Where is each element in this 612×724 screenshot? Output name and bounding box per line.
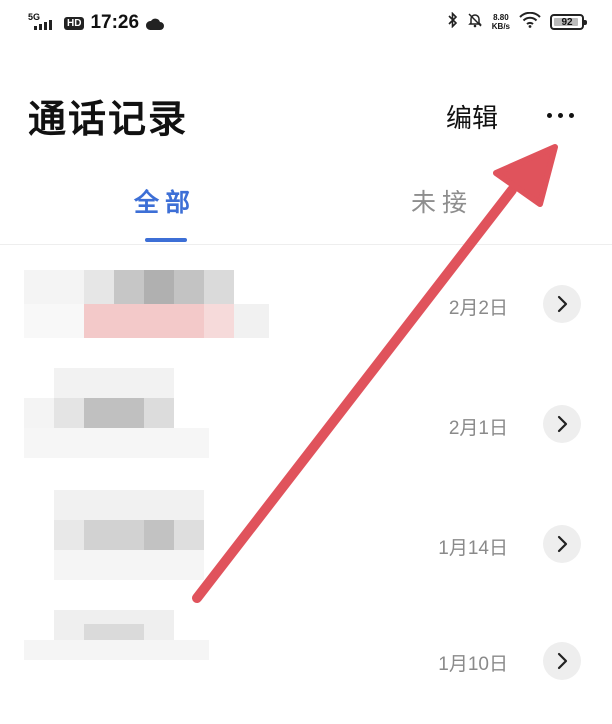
call-row[interactable]: 1月10日	[0, 604, 612, 724]
call-date: 1月14日	[438, 538, 508, 559]
status-left: 5G HD 17:26	[28, 12, 165, 34]
call-date: 2月2日	[448, 298, 508, 319]
tab-missed[interactable]: 未接	[411, 183, 473, 219]
call-row[interactable]: 2月2日	[0, 244, 612, 364]
battery-level: 92	[561, 16, 573, 28]
tab-active-indicator	[145, 238, 187, 242]
status-right: 8.80 KB/s 92	[448, 11, 587, 32]
call-date: 1月10日	[438, 654, 508, 675]
hd-badge: HD	[64, 16, 85, 30]
status-time: 17:26	[90, 12, 140, 33]
bluetooth-icon	[448, 11, 458, 32]
network-speed: 8.80 KB/s	[492, 13, 510, 31]
speed-unit: KB/s	[491, 22, 510, 31]
call-row[interactable]: 1月14日	[0, 484, 612, 604]
redacted-contact	[24, 270, 274, 340]
redacted-contact	[24, 490, 214, 586]
chevron-right-icon[interactable]	[543, 642, 581, 680]
battery-icon: 92	[550, 14, 587, 30]
tab-all[interactable]: 全部	[134, 183, 196, 219]
page-title: 通话记录	[28, 97, 189, 141]
more-options-icon[interactable]	[540, 100, 580, 130]
status-bar: 5G HD 17:26 8.80 KB/s 92	[0, 0, 612, 48]
call-row[interactable]: 2月1日	[0, 364, 612, 484]
edit-button[interactable]: 编辑	[446, 98, 498, 135]
call-date: 2月1日	[448, 418, 508, 439]
wifi-icon	[519, 11, 541, 32]
cellular-signal-icon: 5G	[28, 12, 58, 34]
chevron-right-icon[interactable]	[543, 525, 581, 563]
redacted-contact	[24, 610, 214, 660]
chevron-right-icon[interactable]	[543, 405, 581, 443]
redacted-contact	[24, 368, 214, 460]
chevron-right-icon[interactable]	[543, 285, 581, 323]
speed-value: 8.80	[493, 13, 509, 22]
mute-bell-icon	[467, 12, 483, 32]
cloud-icon	[145, 16, 165, 30]
